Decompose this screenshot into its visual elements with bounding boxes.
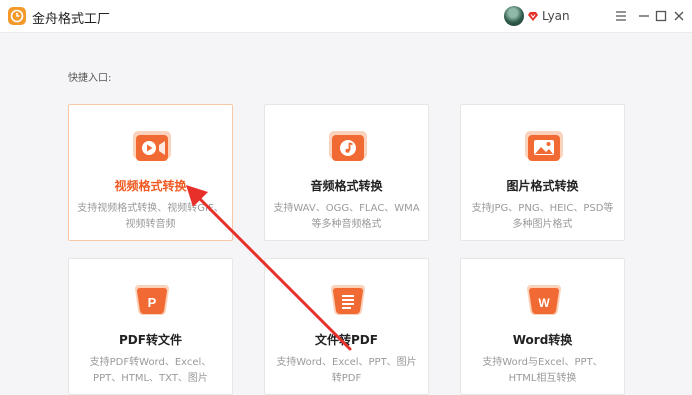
image-icon	[525, 131, 563, 161]
svg-text:P: P	[148, 295, 157, 310]
pdf-icon: P	[135, 285, 169, 315]
card-title: 音频格式转换	[310, 179, 383, 193]
video-icon	[133, 131, 171, 161]
title-bar: 金舟格式工厂 Lyan	[0, 0, 692, 33]
card-file-to-pdf[interactable]: 文件转PDF 支持Word、Excel、PPT、图片转PDF	[264, 258, 429, 395]
username[interactable]: Lyan	[542, 9, 570, 23]
card-title: PDF转文件	[119, 333, 182, 347]
avatar[interactable]	[504, 6, 524, 26]
minimize-icon[interactable]	[636, 8, 652, 24]
card-description: 支持JPG、PNG、HEIC、PSD等多种图片格式	[471, 203, 614, 230]
card-description: 支持Word与Excel、PPT、HTML相互转换	[482, 357, 603, 384]
card-description: 支持PDF转Word、Excel、PPT、HTML、TXT、图片	[89, 357, 212, 384]
music-icon	[329, 131, 367, 161]
card-description: 支持视频格式转换、视频转GIF、视频转音频	[77, 203, 224, 230]
card-description: 支持WAV、OGG、FLAC、WMA等多种音频格式	[273, 203, 420, 230]
app-logo-icon	[8, 7, 26, 25]
menu-icon[interactable]	[613, 8, 629, 24]
word-icon: W	[527, 285, 561, 315]
card-video-convert[interactable]: 视频格式转换 支持视频格式转换、视频转GIF、视频转音频	[68, 104, 233, 241]
card-title: Word转换	[512, 333, 573, 347]
document-icon	[331, 285, 365, 315]
card-image-convert[interactable]: 图片格式转换 支持JPG、PNG、HEIC、PSD等多种图片格式	[460, 104, 625, 241]
app-title: 金舟格式工厂	[32, 12, 111, 27]
card-audio-convert[interactable]: 音频格式转换 支持WAV、OGG、FLAC、WMA等多种音频格式	[264, 104, 429, 241]
svg-text:W: W	[538, 296, 550, 310]
card-word-convert[interactable]: W Word转换 支持Word与Excel、PPT、HTML相互转换	[460, 258, 625, 395]
card-title: 文件转PDF	[315, 333, 378, 347]
card-description: 支持Word、Excel、PPT、图片转PDF	[276, 357, 417, 384]
vip-badge-icon	[528, 12, 538, 21]
close-icon[interactable]	[671, 8, 687, 24]
card-pdf-to-file[interactable]: P PDF转文件 支持PDF转Word、Excel、PPT、HTML、TXT、图…	[68, 258, 233, 395]
quick-entry-label: 快捷入口:	[68, 73, 112, 84]
card-title: 视频格式转换	[114, 179, 187, 193]
maximize-icon[interactable]	[653, 8, 669, 24]
card-title: 图片格式转换	[506, 179, 579, 193]
